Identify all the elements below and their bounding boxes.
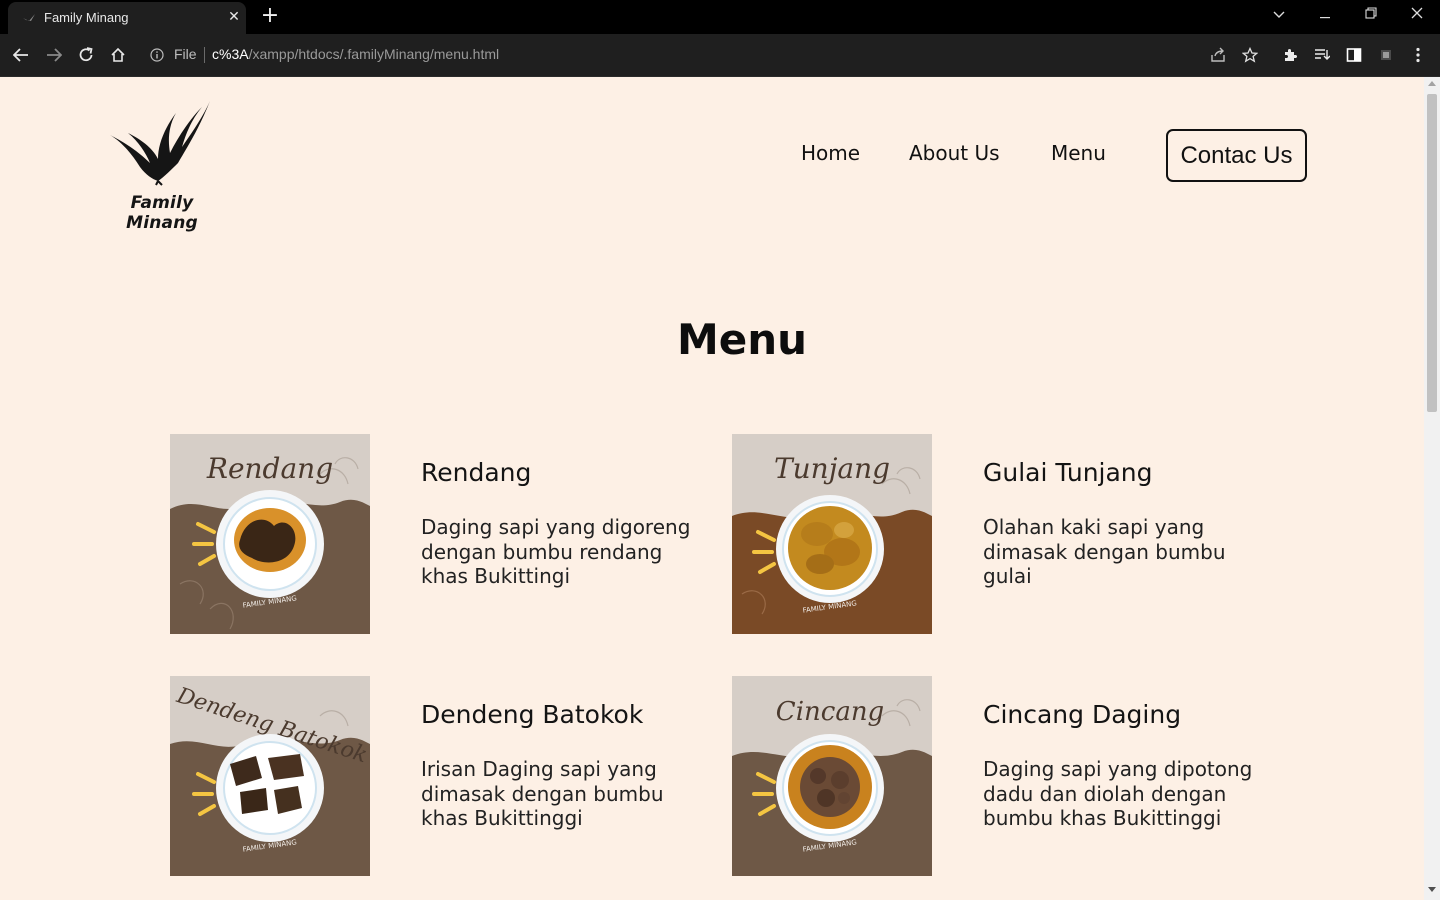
- bookmark-star-icon[interactable]: [1239, 44, 1261, 66]
- browser-toolbar: File c%3A/xampp/htdocs/.familyMinang/men…: [0, 34, 1440, 77]
- minimize-icon[interactable]: [1310, 5, 1340, 27]
- close-tab-icon[interactable]: ✕: [226, 9, 242, 25]
- menu-item-name: Rendang: [421, 458, 532, 487]
- page-scrollbar[interactable]: [1424, 77, 1440, 900]
- url-host: c%3A: [212, 46, 249, 62]
- browser-tab[interactable]: Family Minang ✕: [8, 2, 246, 34]
- page-title: Menu: [676, 315, 808, 364]
- forward-icon[interactable]: [43, 44, 65, 66]
- back-icon[interactable]: [10, 44, 32, 66]
- profile-icon[interactable]: [1375, 44, 1397, 66]
- restore-icon[interactable]: [1356, 5, 1386, 27]
- tab-title: Family Minang: [44, 10, 129, 25]
- brand-name: Family Minang: [126, 193, 198, 233]
- nav-home[interactable]: Home: [801, 141, 860, 165]
- menu-item-description: Olahan kaki sapi yang dimasak dengan bum…: [983, 515, 1226, 588]
- menu-item-image: Dendeng Batokok FAMILY MINANG: [170, 676, 370, 876]
- menu-item-image: Rendang FAMILY MINANG: [170, 434, 370, 634]
- scrollbar-thumb[interactable]: [1427, 94, 1437, 412]
- scroll-down-arrow-icon[interactable]: [1428, 887, 1436, 892]
- browser-tab-strip: Family Minang ✕ +: [0, 0, 1440, 34]
- site-info-icon[interactable]: [150, 48, 164, 62]
- menu-item-image: Cincang FAMILY MINANG: [732, 676, 932, 876]
- new-tab-icon[interactable]: +: [258, 5, 282, 29]
- nav-about-us[interactable]: About Us: [909, 141, 1000, 165]
- tab-search-icon[interactable]: [1264, 5, 1294, 27]
- site-logo[interactable]: Family Minang: [92, 97, 232, 233]
- side-panel-icon[interactable]: [1343, 44, 1365, 66]
- address-bar[interactable]: File c%3A/xampp/htdocs/.familyMinang/men…: [142, 40, 1272, 70]
- rumah-gadang-logo-icon: [110, 101, 210, 186]
- menu-item-description: Daging sapi yang dipotong dadu dan diola…: [983, 757, 1253, 830]
- image-script-title: Cincang: [776, 697, 884, 727]
- url-text[interactable]: c%3A/xampp/htdocs/.familyMinang/menu.htm…: [212, 46, 499, 62]
- site-favicon-icon: [23, 14, 35, 21]
- extensions-icon[interactable]: [1279, 44, 1301, 66]
- nav-contact-button[interactable]: Contac Us: [1166, 129, 1307, 182]
- menu-item-name: Dendeng Batokok: [421, 700, 644, 729]
- url-path: /xampp/htdocs/.familyMinang/menu.html: [248, 46, 500, 62]
- menu-item-description: Irisan Daging sapi yang dimasak dengan b…: [421, 757, 664, 830]
- page-viewport: Family Minang Home About Us Menu Contac …: [0, 77, 1424, 900]
- reload-icon[interactable]: [75, 44, 97, 66]
- menu-item-description: Daging sapi yang digoreng dengan bumbu r…: [421, 515, 691, 588]
- image-script-title: Rendang: [206, 452, 333, 485]
- menu-item-image: Tunjang FAMILY MINANG: [732, 434, 932, 634]
- image-script-title: Tunjang: [774, 452, 890, 485]
- close-window-icon[interactable]: [1402, 5, 1432, 27]
- menu-item-name: Cincang Daging: [983, 700, 1182, 729]
- browser-menu-icon[interactable]: [1407, 44, 1429, 66]
- url-scheme-label: File: [174, 46, 197, 62]
- scroll-up-arrow-icon[interactable]: [1428, 81, 1436, 86]
- nav-menu[interactable]: Menu: [1051, 141, 1106, 165]
- reading-list-icon[interactable]: [1311, 44, 1333, 66]
- home-icon[interactable]: [107, 44, 129, 66]
- share-icon[interactable]: [1207, 44, 1229, 66]
- url-divider: [204, 47, 205, 63]
- menu-item-name: Gulai Tunjang: [983, 458, 1153, 487]
